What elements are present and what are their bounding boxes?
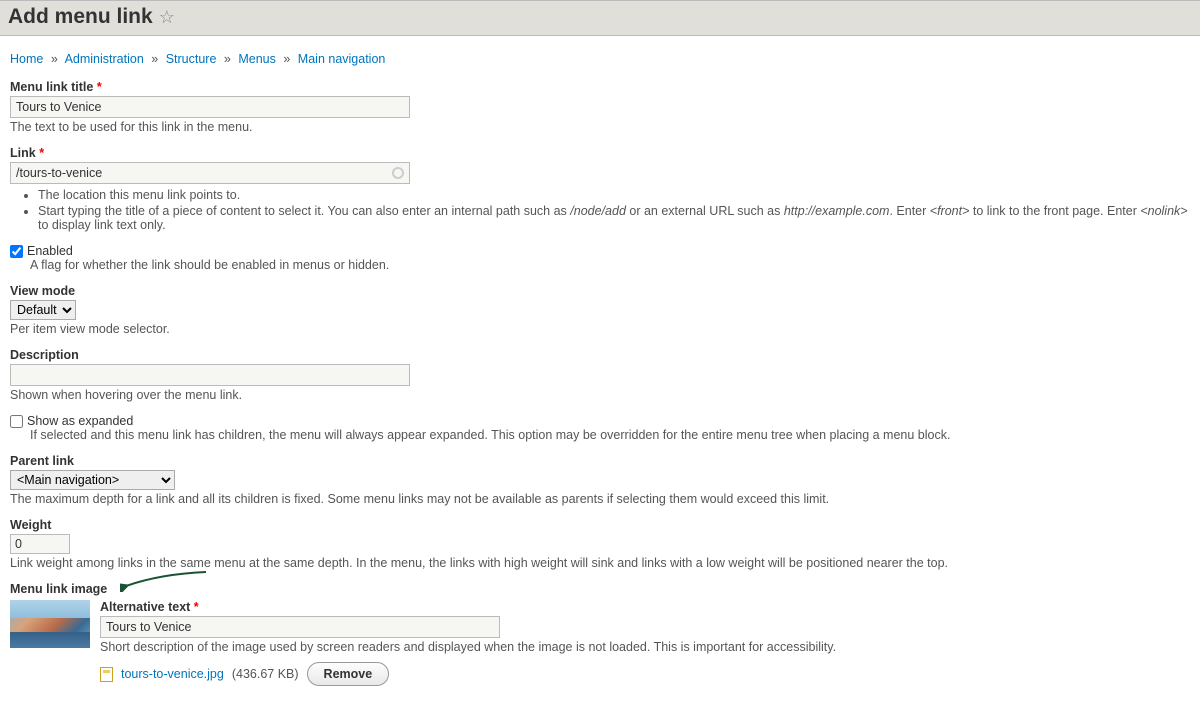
breadcrumb-sep: » bbox=[220, 52, 235, 66]
breadcrumb-sep: » bbox=[147, 52, 162, 66]
label-link: Link * bbox=[10, 146, 1190, 160]
label-enabled: Enabled bbox=[27, 244, 73, 258]
remove-button[interactable]: Remove bbox=[307, 662, 390, 686]
breadcrumb-sep: » bbox=[47, 52, 62, 66]
link-hints: The location this menu link points to. S… bbox=[10, 188, 1190, 232]
desc-description: Shown when hovering over the menu link. bbox=[10, 388, 1190, 402]
image-thumbnail bbox=[10, 600, 90, 648]
select-parent-link[interactable]: <Main navigation> bbox=[10, 470, 175, 490]
autocomplete-spinner-icon bbox=[392, 167, 404, 179]
desc-menu-link-title: The text to be used for this link in the… bbox=[10, 120, 1190, 134]
field-link: Link * The location this menu link point… bbox=[10, 146, 1190, 232]
breadcrumb-home[interactable]: Home bbox=[10, 52, 43, 66]
input-menu-link-title[interactable] bbox=[10, 96, 410, 118]
label-view-mode: View mode bbox=[10, 284, 1190, 298]
desc-parent-link: The maximum depth for a link and all its… bbox=[10, 492, 1190, 506]
star-icon[interactable]: ☆ bbox=[159, 8, 175, 26]
annotation-arrow-icon bbox=[120, 568, 210, 592]
field-menu-link-image: Menu link image Alternative text * Short… bbox=[10, 582, 1190, 686]
breadcrumb-sep: » bbox=[279, 52, 294, 66]
field-enabled: Enabled A flag for whether the link shou… bbox=[10, 244, 1190, 272]
file-row: tours-to-venice.jpg (436.67 KB) Remove bbox=[100, 662, 1190, 686]
desc-alt-text: Short description of the image used by s… bbox=[100, 640, 1190, 654]
field-show-expanded: Show as expanded If selected and this me… bbox=[10, 414, 1190, 442]
link-hint-1: The location this menu link points to. bbox=[38, 188, 1190, 202]
page-title: Add menu link bbox=[8, 5, 153, 29]
label-show-expanded: Show as expanded bbox=[27, 414, 133, 428]
field-menu-link-title: Menu link title * The text to be used fo… bbox=[10, 80, 1190, 134]
breadcrumb-menus[interactable]: Menus bbox=[238, 52, 276, 66]
desc-view-mode: Per item view mode selector. bbox=[10, 322, 1190, 336]
breadcrumb: Home » Administration » Structure » Menu… bbox=[10, 52, 1190, 66]
input-alt-text[interactable] bbox=[100, 616, 500, 638]
field-weight: Weight Link weight among links in the sa… bbox=[10, 518, 1190, 570]
link-hint-2: Start typing the title of a piece of con… bbox=[38, 204, 1190, 232]
field-view-mode: View mode Default Per item view mode sel… bbox=[10, 284, 1190, 336]
breadcrumb-administration[interactable]: Administration bbox=[65, 52, 144, 66]
checkbox-show-expanded[interactable] bbox=[10, 415, 23, 428]
select-view-mode[interactable]: Default bbox=[10, 300, 76, 320]
breadcrumb-main-navigation[interactable]: Main navigation bbox=[298, 52, 386, 66]
file-link[interactable]: tours-to-venice.jpg bbox=[121, 667, 224, 681]
file-icon bbox=[100, 667, 113, 682]
label-parent-link: Parent link bbox=[10, 454, 1190, 468]
input-description[interactable] bbox=[10, 364, 410, 386]
field-description: Description Shown when hovering over the… bbox=[10, 348, 1190, 402]
input-link[interactable] bbox=[10, 162, 410, 184]
desc-enabled: A flag for whether the link should be en… bbox=[30, 258, 1190, 272]
desc-show-expanded: If selected and this menu link has child… bbox=[30, 428, 1190, 442]
input-weight[interactable] bbox=[10, 534, 70, 554]
checkbox-enabled[interactable] bbox=[10, 245, 23, 258]
content-region: Home » Administration » Structure » Menu… bbox=[0, 36, 1200, 708]
breadcrumb-structure[interactable]: Structure bbox=[166, 52, 217, 66]
label-weight: Weight bbox=[10, 518, 1190, 532]
label-description: Description bbox=[10, 348, 1190, 362]
page-header: Add menu link ☆ bbox=[0, 0, 1200, 36]
label-menu-link-title: Menu link title * bbox=[10, 80, 1190, 94]
field-parent-link: Parent link <Main navigation> The maximu… bbox=[10, 454, 1190, 506]
file-size: (436.67 KB) bbox=[232, 667, 299, 681]
label-alt-text: Alternative text * bbox=[100, 600, 1190, 614]
